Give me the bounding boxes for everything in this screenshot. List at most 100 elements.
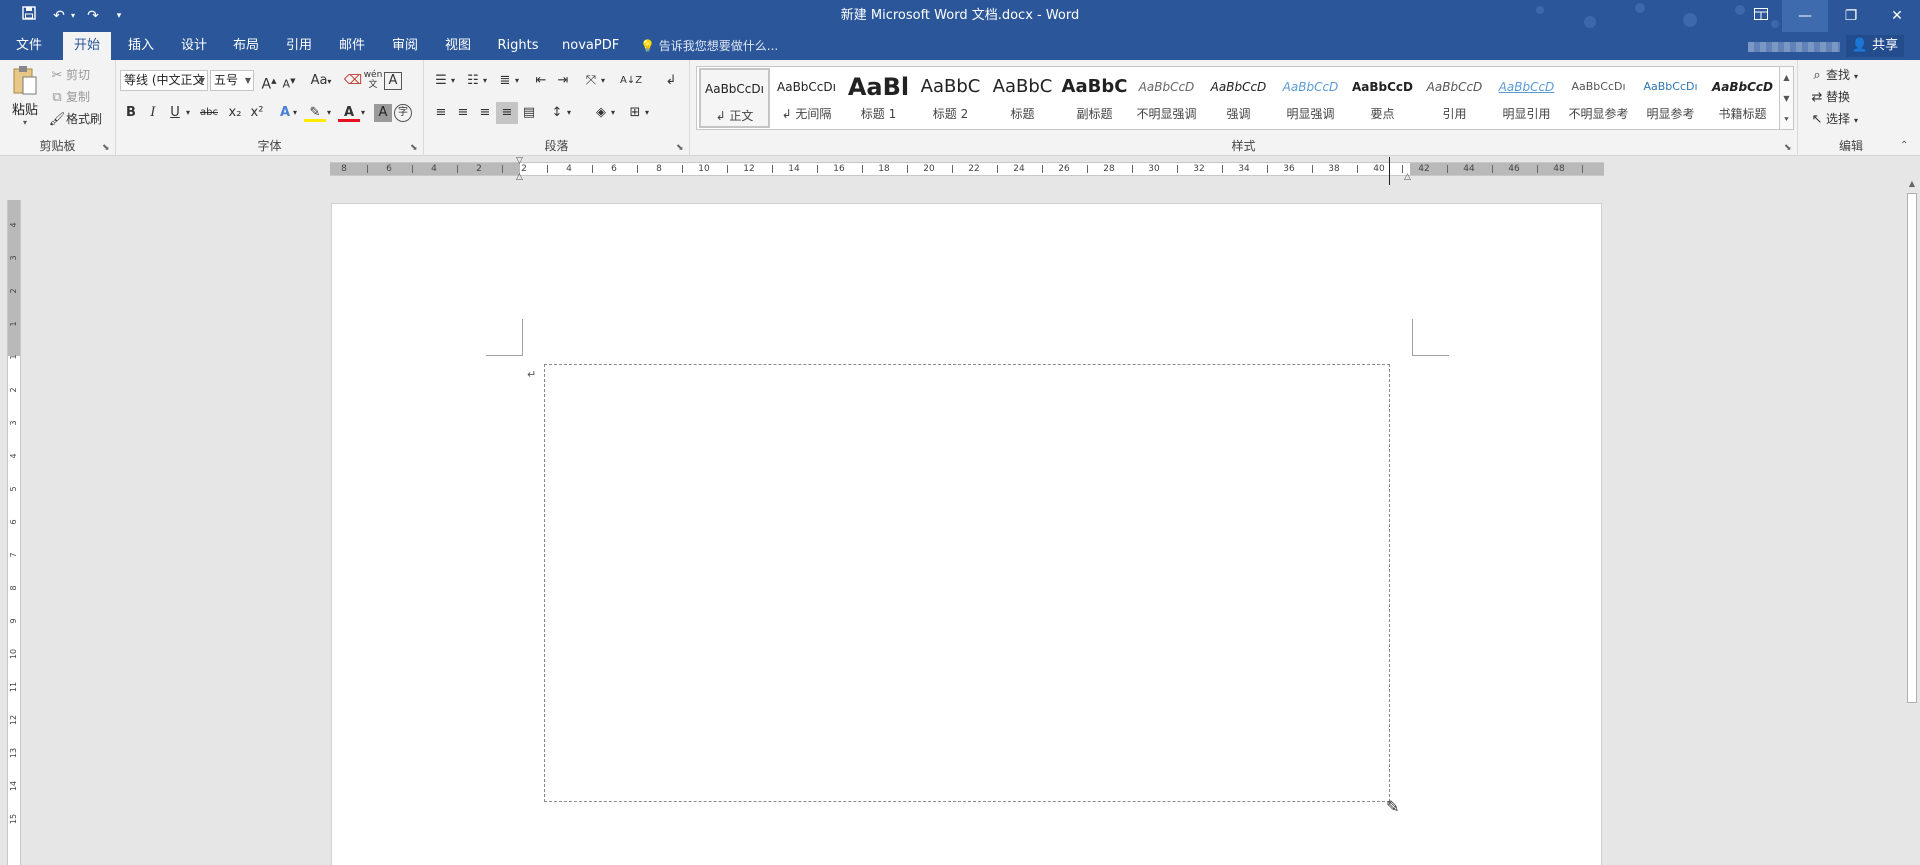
grow-font-button[interactable]: A▲ xyxy=(258,70,280,93)
style-item[interactable]: AaBl 标题 1 xyxy=(843,68,914,128)
paste-button[interactable]: 粘贴 ▾ xyxy=(8,64,42,134)
cut-button[interactable]: ✂ 剪切 xyxy=(48,64,90,86)
font-name-combo[interactable]: 等线 (中文正文 ▼ xyxy=(120,70,208,91)
paragraph-launcher-icon[interactable]: ⬊ xyxy=(676,143,686,153)
style-item[interactable]: AaBbC 副标题 xyxy=(1059,68,1130,128)
italic-button[interactable]: I xyxy=(142,102,164,124)
subscript-button[interactable]: x₂ xyxy=(224,102,246,124)
gallery-more-icon[interactable]: ⯆ xyxy=(1780,109,1793,130)
style-item[interactable]: AaBbCcD 明显引用 xyxy=(1491,68,1562,128)
highlight-dropdown-icon[interactable]: ▾ xyxy=(324,102,334,124)
styles-launcher-icon[interactable]: ⬊ xyxy=(1784,143,1794,153)
format-painter-button[interactable]: 🖌格式刷 xyxy=(48,108,102,130)
user-account[interactable] xyxy=(1748,42,1840,52)
collapse-ribbon-icon[interactable]: ⌃ xyxy=(1900,140,1908,151)
style-item[interactable]: AaBbCcDı ↲ 无间隔 xyxy=(771,68,842,128)
phonetic-guide-button[interactable]: wén 文 xyxy=(362,70,384,92)
replace-button[interactable]: ⇄ 替换 xyxy=(1808,86,1850,108)
close-icon[interactable]: ✕ xyxy=(1874,0,1920,32)
shrink-font-button[interactable]: A▼ xyxy=(278,70,300,92)
tab-rights[interactable]: Rights xyxy=(493,32,543,60)
sort-icon[interactable]: A↓Z xyxy=(620,70,642,92)
ribbon-display-icon[interactable] xyxy=(1738,0,1784,32)
tab-review[interactable]: 审阅 xyxy=(385,32,425,60)
style-item[interactable]: AaBbCcD 书籍标题 xyxy=(1707,68,1778,128)
minimize-icon[interactable]: — xyxy=(1782,0,1828,32)
style-item[interactable]: AaBbCcD 不明显强调 xyxy=(1131,68,1202,128)
gallery-down-icon[interactable]: ▼ xyxy=(1780,88,1793,109)
restore-icon[interactable]: ❐ xyxy=(1828,0,1874,32)
ruler-label: 46 xyxy=(1508,164,1520,174)
font-color-button[interactable]: A xyxy=(338,102,360,122)
distributed-icon[interactable]: ▤ xyxy=(518,102,540,124)
shading-dropdown-icon[interactable]: ▾ xyxy=(608,102,618,124)
redo-icon[interactable]: ↷ xyxy=(82,6,104,26)
scroll-up-icon[interactable]: ▲ xyxy=(1904,177,1920,191)
chinese-layout-dropdown-icon[interactable]: ▾ xyxy=(598,70,608,92)
strikethrough-button[interactable]: abc xyxy=(196,102,222,124)
scroll-thumb[interactable] xyxy=(1907,193,1917,703)
hanging-indent-icon[interactable]: △ xyxy=(516,173,526,182)
font-size-combo[interactable]: 五号 ▼ xyxy=(210,70,254,91)
tell-me-search[interactable]: 💡 告诉我您想要做什么... xyxy=(640,32,778,60)
clear-formatting-icon[interactable]: ⌫ xyxy=(342,70,364,92)
char-border-button[interactable]: A xyxy=(384,72,402,90)
undo-dropdown-icon[interactable]: ▾ xyxy=(68,6,78,26)
style-item[interactable]: AaBbCcDı 不明显参考 xyxy=(1563,68,1634,128)
show-marks-icon[interactable]: ↲ xyxy=(660,70,682,92)
tab-design[interactable]: 设计 xyxy=(174,32,214,60)
align-right-icon[interactable]: ≡ xyxy=(474,102,496,124)
line-spacing-dropdown-icon[interactable]: ▾ xyxy=(564,102,574,124)
style-item[interactable]: AaBbCcD 强调 xyxy=(1203,68,1274,128)
drawn-text-box[interactable] xyxy=(544,364,1390,802)
highlight-icon[interactable]: ✎ xyxy=(304,102,326,122)
tab-mailings[interactable]: 邮件 xyxy=(332,32,372,60)
customize-qat-icon[interactable]: ▾ xyxy=(112,6,126,26)
tab-home[interactable]: 开始 xyxy=(63,32,111,60)
enclose-char-button[interactable]: 字 xyxy=(394,104,412,122)
multilevel-dropdown-icon[interactable]: ▾ xyxy=(512,70,522,92)
bullets-dropdown-icon[interactable]: ▾ xyxy=(448,70,458,92)
style-item[interactable]: AaBbCcD 明显强调 xyxy=(1275,68,1346,128)
superscript-button[interactable]: x² xyxy=(246,102,268,124)
save-icon[interactable] xyxy=(18,6,40,26)
find-button[interactable]: ⌕ 查找 ▾ xyxy=(1808,64,1858,86)
increase-indent-icon[interactable]: ⇥ xyxy=(552,70,574,92)
style-item[interactable]: AaBbCcDı 明显参考 xyxy=(1635,68,1706,128)
align-left-icon[interactable]: ≡ xyxy=(430,102,452,124)
tab-file[interactable]: 文件 xyxy=(10,32,48,60)
tab-novapdf[interactable]: novaPDF xyxy=(560,32,620,60)
copy-button[interactable]: ⧉ 复制 xyxy=(48,86,90,108)
tab-insert[interactable]: 插入 xyxy=(121,32,161,60)
style-item[interactable]: AaBbCcD 要点 xyxy=(1347,68,1418,128)
change-case-button[interactable]: Aa▾ xyxy=(306,70,336,92)
paste-dropdown-icon[interactable]: ▾ xyxy=(8,118,42,127)
align-center-icon[interactable]: ≡ xyxy=(452,102,474,124)
tab-layout[interactable]: 布局 xyxy=(226,32,266,60)
justify-icon[interactable]: ≡ xyxy=(496,102,518,124)
share-button[interactable]: 👤 共享 xyxy=(1846,35,1904,57)
style-item[interactable]: AaBbCcD 引用 xyxy=(1419,68,1490,128)
select-button[interactable]: ↖ 选择 ▾ xyxy=(1808,108,1858,130)
tab-view[interactable]: 视图 xyxy=(438,32,478,60)
first-line-indent-icon[interactable]: ▽ xyxy=(516,157,526,166)
undo-icon[interactable]: ↶ xyxy=(48,6,70,26)
text-effects-dropdown-icon[interactable]: ▾ xyxy=(290,102,300,124)
bold-button[interactable]: B xyxy=(120,102,142,124)
vertical-scrollbar[interactable]: ▲ xyxy=(1904,157,1920,865)
numbering-dropdown-icon[interactable]: ▾ xyxy=(480,70,490,92)
style-item[interactable]: AaBbC 标题 2 xyxy=(915,68,986,128)
underline-dropdown-icon[interactable]: ▾ xyxy=(182,102,194,124)
char-shading-button[interactable]: A xyxy=(374,104,392,122)
tab-references[interactable]: 引用 xyxy=(279,32,319,60)
decrease-indent-icon[interactable]: ⇤ xyxy=(530,70,552,92)
gallery-up-icon[interactable]: ▲ xyxy=(1780,67,1793,88)
vertical-ruler[interactable]: 4 3 2 1 1 2 3 4 5 6 7 8 9 10 11 12 13 14 15 xyxy=(7,200,21,865)
font-color-dropdown-icon[interactable]: ▾ xyxy=(358,102,368,124)
font-launcher-icon[interactable]: ⬊ xyxy=(410,143,420,153)
clipboard-launcher-icon[interactable]: ⬊ xyxy=(102,143,112,153)
right-indent-icon[interactable]: △ xyxy=(1404,173,1414,182)
borders-dropdown-icon[interactable]: ▾ xyxy=(642,102,652,124)
style-item[interactable]: AaBbC 标题 xyxy=(987,68,1058,128)
style-item[interactable]: AaBbCcDı ↲ 正文 xyxy=(699,68,770,128)
